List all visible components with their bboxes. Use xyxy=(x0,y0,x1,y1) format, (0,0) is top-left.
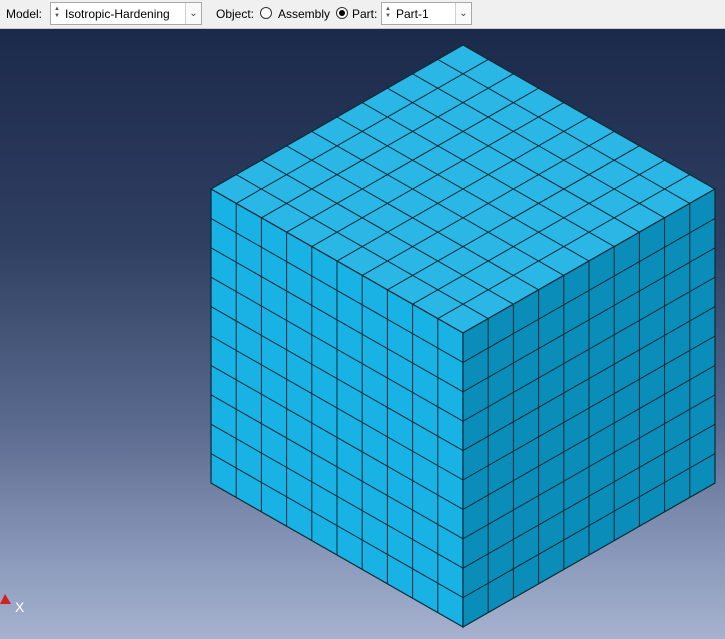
model-select[interactable]: ▲ ▼ Isotropic-Hardening ⌄ xyxy=(50,2,202,25)
assembly-radio-label[interactable]: Assembly xyxy=(278,7,330,21)
part-select[interactable]: ▲ ▼ Part-1 ⌄ xyxy=(381,2,472,25)
part-radio-label[interactable]: Part: xyxy=(352,7,377,21)
part-select-value: Part-1 xyxy=(396,7,429,21)
assembly-radio[interactable] xyxy=(260,7,272,19)
x-axis-arrow-icon xyxy=(0,594,11,604)
mesh-scene: X xyxy=(0,44,717,629)
model-select-value: Isotropic-Hardening xyxy=(65,7,170,21)
model-label: Model: xyxy=(6,7,43,21)
spin-arrows-icon: ▲ ▼ xyxy=(54,6,60,19)
context-toolbar: Model: ▲ ▼ Isotropic-Hardening ⌄ Object: … xyxy=(0,0,725,29)
graphics-viewport[interactable]: X xyxy=(0,29,725,639)
spin-arrows-icon: ▲ ▼ xyxy=(385,6,391,19)
meshed-cube[interactable] xyxy=(209,44,717,629)
object-label: Object: xyxy=(216,7,255,21)
coordinate-triad: X xyxy=(0,594,25,615)
part-radio[interactable] xyxy=(336,7,348,19)
chevron-down-icon[interactable]: ⌄ xyxy=(455,3,471,24)
x-axis-label: X xyxy=(15,599,25,615)
chevron-down-icon[interactable]: ⌄ xyxy=(185,3,201,24)
